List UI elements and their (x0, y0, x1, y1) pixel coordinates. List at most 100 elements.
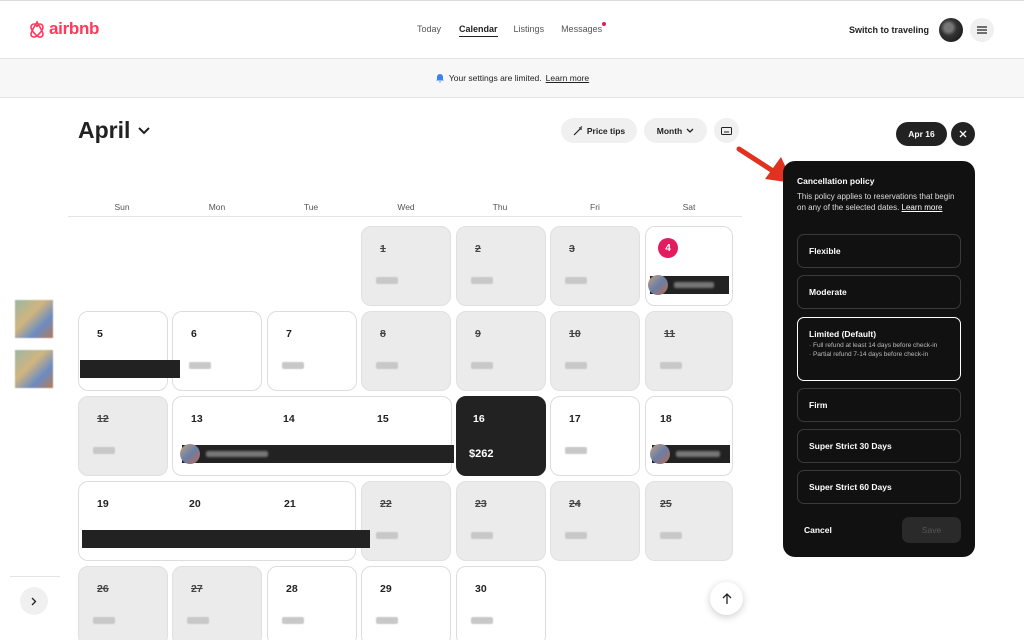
day-cell-1[interactable]: 1 (361, 226, 451, 306)
reservation-bar[interactable] (80, 360, 180, 378)
day-number: 13 (191, 413, 203, 425)
avatar[interactable] (939, 18, 963, 42)
airbnb-logo-icon (30, 20, 44, 38)
top-header: airbnb Today Calendar Listings Messages … (0, 0, 1024, 58)
policy-option-flexible[interactable]: Flexible (797, 234, 961, 268)
day-cell-10[interactable]: 10 (550, 311, 640, 391)
weekday-tue: Tue (303, 202, 319, 212)
day-cell-17[interactable]: 17 (550, 396, 640, 476)
panel-learn-more-link[interactable]: Learn more (902, 203, 943, 212)
selected-date-chip[interactable]: Apr 16 (896, 122, 947, 146)
price-placeholder (376, 532, 398, 539)
keyboard-icon (721, 126, 732, 135)
day-cell-2[interactable]: 2 (456, 226, 546, 306)
day-number: 1 (380, 243, 386, 255)
day-number: 20 (189, 498, 201, 510)
day-cell-6[interactable]: 6 (172, 311, 262, 391)
weekday-fri: Fri (590, 202, 600, 212)
listing-thumbnail[interactable] (15, 300, 53, 338)
day-cell-26[interactable]: 26 (78, 566, 168, 640)
price-placeholder (471, 532, 493, 539)
cancellation-policy-panel: Cancellation policy This policy applies … (783, 161, 975, 557)
policy-option-label: Super Strict 60 Days (809, 482, 892, 492)
save-button[interactable]: Save (902, 517, 961, 543)
view-select-button[interactable]: Month (644, 118, 707, 143)
month-selector[interactable]: April (78, 117, 151, 144)
day-number: 23 (475, 498, 487, 510)
policy-option-moderate[interactable]: Moderate (797, 275, 961, 309)
weekday-divider (68, 216, 742, 217)
weekday-sat: Sat (682, 202, 696, 212)
day-cell-8[interactable]: 8 (361, 311, 451, 391)
day-cell-5[interactable]: 5 (78, 311, 168, 391)
menu-button[interactable] (970, 18, 994, 42)
arrow-up-icon (722, 592, 731, 604)
keyboard-shortcuts-button[interactable] (714, 118, 739, 143)
policy-option-firm[interactable]: Firm (797, 388, 961, 422)
panel-description: This policy applies to reservations that… (797, 192, 965, 213)
day-cell-11[interactable]: 11 (645, 311, 733, 391)
listing-thumbnail[interactable] (15, 350, 53, 388)
day-cell-19-21[interactable]: 19 20 21 (78, 481, 356, 561)
day-cell-28[interactable]: 28 (267, 566, 357, 640)
weekday-wed: Wed (397, 202, 415, 212)
policy-option-super-strict-30[interactable]: Super Strict 30 Days (797, 429, 961, 463)
view-select-label: Month (656, 125, 683, 136)
guest-name-placeholder (674, 282, 714, 288)
day-cell-22[interactable]: 22 (361, 481, 451, 561)
day-cell-29[interactable]: 29 (361, 566, 451, 640)
day-cell-24[interactable]: 24 (550, 481, 640, 561)
sidebar-divider (10, 576, 60, 577)
day-cell-9[interactable]: 9 (456, 311, 546, 391)
price-placeholder (376, 362, 398, 369)
day-cell-13-15[interactable]: 13 14 15 (172, 396, 452, 476)
reservation-bar[interactable] (650, 444, 730, 464)
day-cell-16-selected[interactable]: 16 $262 (456, 396, 546, 476)
nav-messages[interactable]: Messages (561, 22, 607, 34)
price-tips-button[interactable]: Price tips (561, 118, 637, 143)
day-cell-30[interactable]: 30 (456, 566, 546, 640)
day-cell-27[interactable]: 27 (172, 566, 262, 640)
day-cell-12[interactable]: 12 (78, 396, 168, 476)
price-placeholder (471, 362, 493, 369)
magic-wand-icon (573, 125, 583, 135)
price-placeholder (565, 362, 587, 369)
price-tips-label: Price tips (586, 125, 626, 136)
reservation-bar[interactable] (82, 530, 370, 548)
cancel-button[interactable]: Cancel (804, 525, 832, 535)
day-cell-3[interactable]: 3 (550, 226, 640, 306)
reservation-bar[interactable] (648, 275, 729, 295)
day-cell-7[interactable]: 7 (267, 311, 357, 391)
expand-sidebar-button[interactable] (20, 587, 48, 615)
price-placeholder (187, 617, 209, 624)
day-cell-25[interactable]: 25 (645, 481, 733, 561)
hamburger-icon (977, 26, 987, 34)
scroll-to-top-button[interactable] (710, 582, 743, 615)
price-placeholder (93, 617, 115, 624)
nav-listings[interactable]: Listings (514, 24, 545, 34)
price-placeholder (282, 617, 304, 624)
day-cell-23[interactable]: 23 (456, 481, 546, 561)
price-placeholder (471, 617, 493, 624)
unread-dot (602, 22, 607, 26)
banner-learn-more-link[interactable]: Learn more (546, 73, 589, 83)
chevron-right-icon (31, 597, 37, 605)
price-placeholder (376, 617, 398, 624)
airbnb-logo[interactable]: airbnb (28, 19, 99, 39)
price-placeholder (660, 532, 682, 539)
nav-today[interactable]: Today (417, 24, 441, 34)
policy-option-super-strict-60[interactable]: Super Strict 60 Days (797, 470, 961, 504)
close-panel-button[interactable] (951, 122, 975, 146)
day-number: 22 (380, 498, 392, 510)
day-number: 14 (283, 413, 295, 425)
close-icon (959, 130, 967, 138)
nav-calendar[interactable]: Calendar (459, 24, 498, 37)
day-number: 11 (664, 328, 676, 340)
day-cell-18[interactable]: 18 (645, 396, 733, 476)
policy-option-limited[interactable]: Limited (Default) · Full refund at least… (797, 317, 961, 381)
reservation-bar[interactable] (180, 444, 454, 464)
day-number: 29 (380, 583, 392, 595)
nav-messages-label: Messages (561, 24, 603, 34)
weekday-thu: Thu (492, 202, 508, 212)
switch-to-traveling-link[interactable]: Switch to traveling (849, 25, 929, 35)
